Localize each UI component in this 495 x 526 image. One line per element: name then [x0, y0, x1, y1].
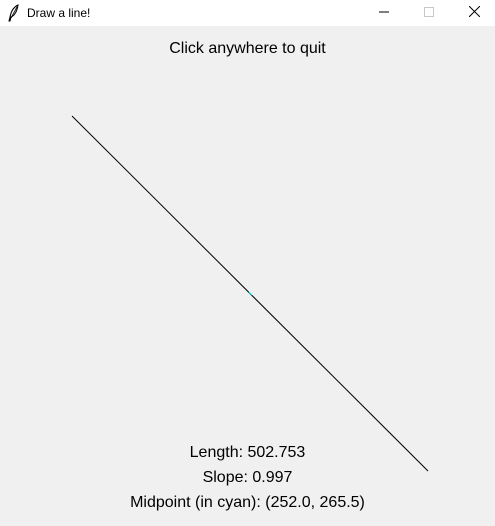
app-window: Draw a line! Click anywhere to quit Leng…	[0, 0, 495, 526]
title-bar[interactable]: Draw a line!	[0, 0, 495, 26]
minimize-button[interactable]	[361, 0, 407, 26]
close-button[interactable]	[451, 0, 495, 26]
midpoint-label: Midpoint (in cyan): (252.0, 265.5)	[130, 494, 365, 511]
minimize-icon	[379, 4, 389, 22]
feather-icon	[8, 4, 20, 22]
window-title: Draw a line!	[27, 6, 91, 20]
maximize-button[interactable]	[406, 0, 452, 26]
slope-label: Slope: 0.997	[202, 469, 293, 486]
drawing-canvas[interactable]: Click anywhere to quit Length: 502.753 S…	[0, 26, 495, 526]
length-label: Length: 502.753	[189, 444, 306, 461]
close-icon	[468, 4, 480, 22]
maximize-icon	[424, 4, 434, 22]
